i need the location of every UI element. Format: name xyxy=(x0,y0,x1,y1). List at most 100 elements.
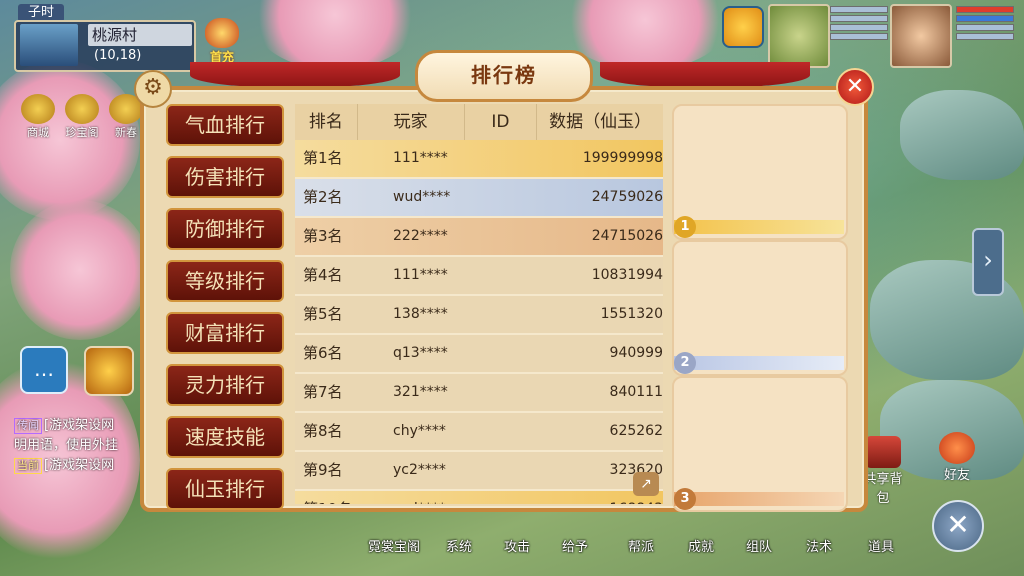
category-damage[interactable]: 伤害排行 xyxy=(166,156,284,198)
category-jade[interactable]: 仙玉排行 xyxy=(166,468,284,510)
menu-team[interactable]: 组队 xyxy=(746,536,772,555)
podium-card-third[interactable]: 3 xyxy=(672,376,848,512)
rank-cell: 第8名 xyxy=(303,422,343,440)
id-cell xyxy=(493,491,563,504)
value-cell: 24759026 xyxy=(591,189,663,205)
silver-ribbon xyxy=(674,356,844,370)
podium-card-first[interactable]: 1 xyxy=(672,104,848,240)
chat-channel-tag: 当前 xyxy=(14,458,42,474)
value-cell: 199999998 xyxy=(582,150,663,166)
rank-cell: 第6名 xyxy=(303,344,343,362)
treasure-pavilion-button[interactable]: 珍宝阁 xyxy=(62,94,102,142)
treasure-pavilion-label: 珍宝阁 xyxy=(65,126,99,139)
player-cell: wud**** xyxy=(393,189,451,205)
menu-spells[interactable]: 法术 xyxy=(806,536,832,555)
id-cell xyxy=(493,257,563,294)
table-row[interactable]: 第3名 222**** 24715026 xyxy=(295,218,663,257)
share-icon: ↗ xyxy=(640,476,652,492)
value-cell: 10831994 xyxy=(591,267,663,283)
player-cell: 222**** xyxy=(393,228,448,244)
podium-rank-number: 1 xyxy=(674,216,696,238)
gift-icon xyxy=(205,18,239,48)
gold-ribbon xyxy=(674,220,844,234)
table-row[interactable]: 第7名 321**** 840111 xyxy=(295,374,663,413)
pet-quick-icon[interactable] xyxy=(722,6,764,48)
id-cell xyxy=(493,179,563,216)
table-row[interactable]: 第9名 yc2**** 323620 xyxy=(295,452,663,491)
player-cell: asd**** xyxy=(373,491,493,504)
gear-icon: ⚙ xyxy=(143,75,163,100)
category-speed[interactable]: 速度技能 xyxy=(166,416,284,458)
category-defense[interactable]: 防御排行 xyxy=(166,208,284,250)
friends-label: 好友 xyxy=(943,468,970,483)
podium-rank-number: 2 xyxy=(674,352,696,374)
settings-button[interactable]: ⚙ xyxy=(134,70,172,108)
player-status-bars xyxy=(956,4,1014,42)
value-cell: 625262 xyxy=(609,423,663,439)
speech-bubble-icon: … xyxy=(34,357,54,381)
category-spirit[interactable]: 灵力排行 xyxy=(166,364,284,406)
category-wealth[interactable]: 财富排行 xyxy=(166,312,284,354)
menu-achievements[interactable]: 成就 xyxy=(688,536,714,555)
player-cell: 138**** xyxy=(393,306,448,322)
close-panel-button[interactable]: ✕ xyxy=(836,68,874,106)
value-cell: 940999 xyxy=(609,345,663,361)
menu-items[interactable]: 道具 xyxy=(868,536,894,555)
chat-text: 明用语，使用外挂 xyxy=(14,438,119,453)
pet-status-bars xyxy=(830,4,888,42)
id-cell xyxy=(493,296,563,333)
podium-card-second[interactable]: 2 xyxy=(672,240,848,376)
share-button[interactable]: ↗ xyxy=(633,472,659,496)
menu-system[interactable]: 系统 xyxy=(446,536,472,555)
column-header-id: ID xyxy=(465,104,538,140)
category-hp[interactable]: 气血排行 xyxy=(166,104,284,146)
column-header-value: 数据（仙玉） xyxy=(549,112,652,132)
chat-text: [游戏架设网 xyxy=(44,418,115,433)
podium-rank-number: 3 xyxy=(674,488,696,510)
first-recharge-button[interactable]: 首充 xyxy=(200,18,244,64)
rank-cell: 第2名 xyxy=(303,188,343,206)
player-cell: 111**** xyxy=(393,150,448,166)
category-list: 气血排行 伤害排行 防御排行 等级排行 财富排行 灵力排行 速度技能 仙玉排行 xyxy=(166,104,284,520)
friends-button[interactable]: 好友 xyxy=(932,432,982,483)
table-row[interactable]: 第5名 138**** 1551320 xyxy=(295,296,663,335)
table-row[interactable]: 第1名 111**** 199999998 xyxy=(295,140,663,179)
shop-button[interactable]: 商城 xyxy=(18,94,58,142)
player-cell: 111**** xyxy=(393,267,448,283)
category-level[interactable]: 等级排行 xyxy=(166,260,284,302)
minimap-thumbnail[interactable] xyxy=(20,24,78,66)
rank-cell: 第7名 xyxy=(303,383,343,401)
chat-button[interactable]: … xyxy=(20,346,68,394)
pet-portrait[interactable] xyxy=(768,4,830,68)
table-row[interactable]: 第10名asd****168843 xyxy=(295,491,663,504)
chat-log[interactable]: 传闻 [游戏架设网 明用语，使用外挂 当前 [游戏架设网 xyxy=(14,416,144,476)
menu-attack[interactable]: 攻击 xyxy=(504,536,530,555)
table-row[interactable]: 第2名 wud**** 24759026 xyxy=(295,179,663,218)
expand-side-button[interactable]: › xyxy=(972,228,1004,296)
rank-cell: 第5名 xyxy=(303,305,343,323)
column-header-rank: 排名 xyxy=(295,104,358,140)
id-cell xyxy=(493,452,563,489)
rank-cell: 第10名 xyxy=(295,491,373,504)
pet-button[interactable] xyxy=(84,346,134,396)
chevron-right-icon: › xyxy=(983,246,993,274)
value-cell: 1551320 xyxy=(600,306,663,322)
close-icon: ✕ xyxy=(845,74,865,99)
player-portrait[interactable] xyxy=(890,4,952,68)
player-cell: q13**** xyxy=(393,345,448,361)
table-row[interactable]: 第6名 q13**** 940999 xyxy=(295,335,663,374)
close-menu-button[interactable]: ✕ xyxy=(932,500,984,552)
location-name: 桃源村 xyxy=(88,24,192,46)
table-row[interactable]: 第4名 111**** 10831994 xyxy=(295,257,663,296)
rank-cell: 第9名 xyxy=(303,461,343,479)
player-cell: 321**** xyxy=(393,384,448,400)
value-cell: 840111 xyxy=(609,384,663,400)
menu-give[interactable]: 给予 xyxy=(562,536,588,555)
friends-icon xyxy=(939,432,975,464)
menu-nishang-pavilion[interactable]: 霓裳宝阁 xyxy=(368,536,420,555)
curtain-decoration xyxy=(600,62,810,88)
table-row[interactable]: 第8名 chy**** 625262 xyxy=(295,413,663,452)
id-cell xyxy=(493,218,563,255)
menu-guild[interactable]: 帮派 xyxy=(628,536,654,555)
bronze-ribbon xyxy=(674,492,844,506)
